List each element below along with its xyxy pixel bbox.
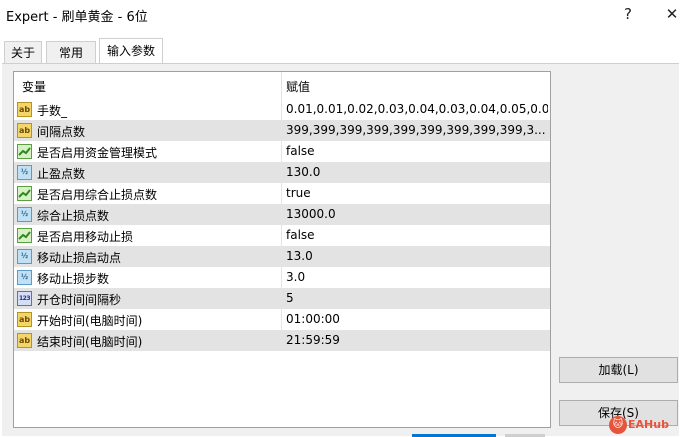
parameter-row[interactable]: 是否启用综合止损点数 true: [14, 183, 550, 204]
double-icon: ½: [17, 270, 32, 285]
parameter-name: 综合止损点数: [37, 209, 110, 223]
parameter-row[interactable]: ½ 止盈点数 130.0: [14, 162, 550, 183]
title-bar: Expert - 刷单黄金 - 6位 ? ✕: [0, 0, 681, 30]
column-divider[interactable]: [281, 72, 282, 99]
bool-icon: [17, 186, 32, 201]
column-header-value[interactable]: 赋值: [286, 78, 310, 95]
tab-about[interactable]: 关于: [4, 41, 42, 64]
parameter-name: 移动止损启动点: [37, 251, 122, 265]
int-123-icon: 123: [17, 291, 32, 306]
parameter-value[interactable]: 13.0: [286, 249, 548, 263]
parameter-row[interactable]: ab 手数_ 0.01,0.01,0.02,0.03,0.04,0.03,0.04,…: [14, 99, 550, 120]
bool-icon: [17, 228, 32, 243]
double-icon: ½: [17, 249, 32, 264]
parameter-name: 手数_: [37, 104, 68, 118]
cell-divider: [281, 99, 282, 120]
tab-common[interactable]: 常用: [46, 41, 96, 64]
parameter-name: 开仓时间间隔秒: [37, 293, 122, 307]
cell-divider: [281, 267, 282, 288]
parameter-value[interactable]: 3.0: [286, 270, 548, 284]
cell-divider: [281, 225, 282, 246]
parameter-name: 间隔点数: [37, 125, 86, 139]
double-icon: ½: [17, 207, 32, 222]
parameter-row[interactable]: 123 开仓时间间隔秒 5: [14, 288, 550, 309]
cell-divider: [281, 120, 282, 141]
parameter-name: 是否启用资金管理模式: [37, 146, 158, 160]
cell-divider: [281, 141, 282, 162]
cell-divider: [281, 204, 282, 225]
parameter-name: 结束时间(电脑时间): [37, 335, 143, 349]
tab-input-params[interactable]: 输入参数: [99, 38, 163, 65]
cell-divider: [281, 309, 282, 330]
cat-logo-icon: 🐱: [609, 416, 627, 434]
parameter-name: 止盈点数: [37, 167, 86, 181]
parameter-row[interactable]: ab 开始时间(电脑时间) 01:00:00: [14, 309, 550, 330]
parameter-value[interactable]: 5: [286, 291, 548, 305]
cell-divider: [281, 288, 282, 309]
parameter-row[interactable]: ½ 移动止损启动点 13.0: [14, 246, 550, 267]
cell-divider: [281, 183, 282, 204]
cell-divider: [281, 246, 282, 267]
parameter-value[interactable]: 21:59:59: [286, 333, 548, 347]
window-title: Expert - 刷单黄金 - 6位: [6, 10, 148, 25]
parameter-row[interactable]: ab 间隔点数 399,399,399,399,399,399,399,399,39…: [14, 120, 550, 141]
parameter-value[interactable]: false: [286, 228, 548, 242]
parameter-value[interactable]: 0.01,0.01,0.02,0.03,0.04,0.03,0.04,0.05,…: [286, 102, 548, 116]
parameter-value[interactable]: false: [286, 144, 548, 158]
parameter-row[interactable]: ½ 综合止损点数 13000.0: [14, 204, 550, 225]
double-icon: ½: [17, 165, 32, 180]
load-button[interactable]: 加载(L): [559, 357, 678, 383]
help-button[interactable]: ?: [616, 3, 640, 25]
parameter-value[interactable]: 130.0: [286, 165, 548, 179]
parameter-name: 是否启用综合止损点数: [37, 188, 158, 202]
ab-string-icon: ab: [17, 102, 32, 117]
ab-string-icon: ab: [17, 123, 32, 138]
parameter-name: 开始时间(电脑时间): [37, 314, 143, 328]
ab-string-icon: ab: [17, 312, 32, 327]
tab-strip: 关于 常用 输入参数: [0, 38, 681, 65]
bool-icon: [17, 144, 32, 159]
parameters-grid[interactable]: 变量 赋值 ab 手数_ 0.01,0.01,0.02,0.03,0.04,0.03…: [13, 71, 551, 428]
parameter-value[interactable]: true: [286, 186, 548, 200]
close-button[interactable]: ✕: [660, 3, 681, 25]
parameter-row[interactable]: ab 结束时间(电脑时间) 21:59:59: [14, 330, 550, 351]
parameter-value[interactable]: 13000.0: [286, 207, 548, 221]
parameter-value[interactable]: 399,399,399,399,399,399,399,399,399,3...: [286, 123, 548, 137]
parameter-name: 是否启用移动止损: [37, 230, 134, 244]
parameter-row[interactable]: 是否启用移动止损 false: [14, 225, 550, 246]
parameter-row[interactable]: 是否启用资金管理模式 false: [14, 141, 550, 162]
parameter-value[interactable]: 01:00:00: [286, 312, 548, 326]
ab-string-icon: ab: [17, 333, 32, 348]
grid-header: 变量 赋值: [14, 72, 550, 99]
watermark-text: EAHub: [628, 418, 669, 431]
column-header-variable[interactable]: 变量: [22, 78, 46, 95]
parameter-name: 移动止损步数: [37, 272, 110, 286]
cell-divider: [281, 162, 282, 183]
parameter-row[interactable]: ½ 移动止损步数 3.0: [14, 267, 550, 288]
cell-divider: [281, 330, 282, 351]
